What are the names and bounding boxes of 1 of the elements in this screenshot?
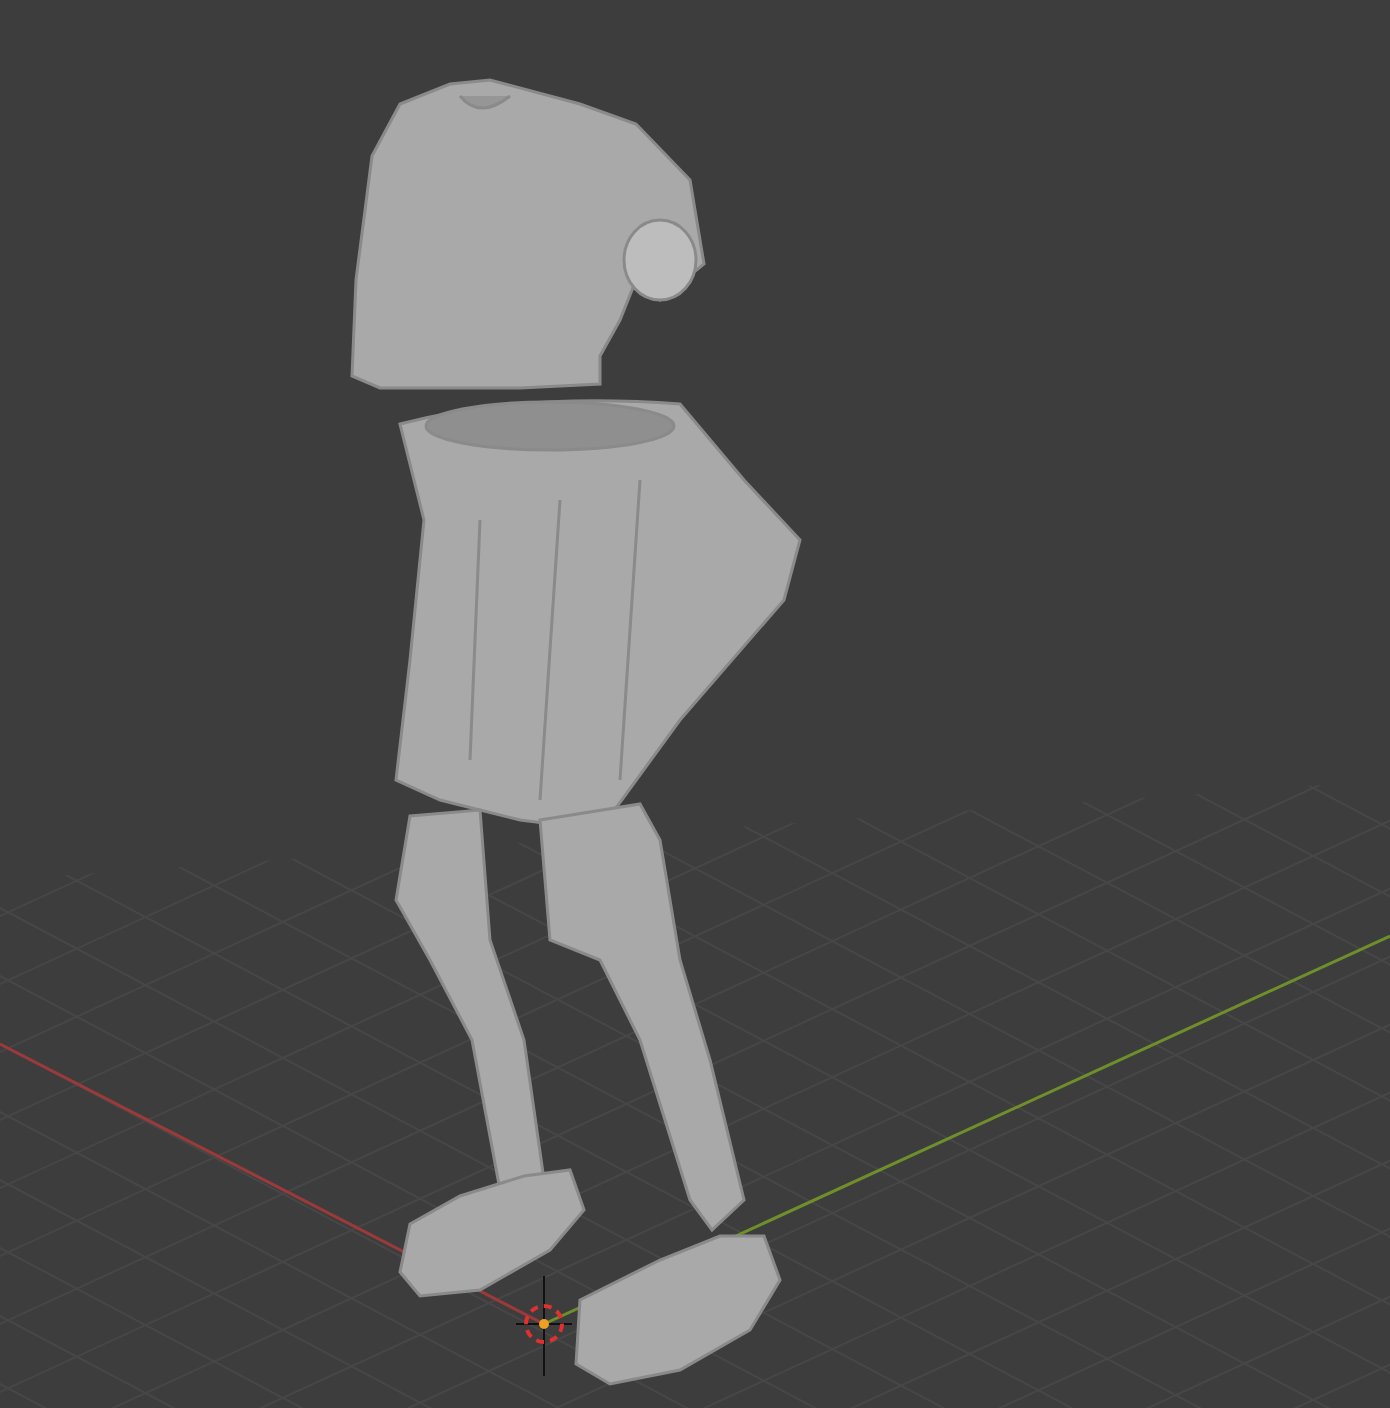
cursor-icon	[515, 1275, 573, 1377]
